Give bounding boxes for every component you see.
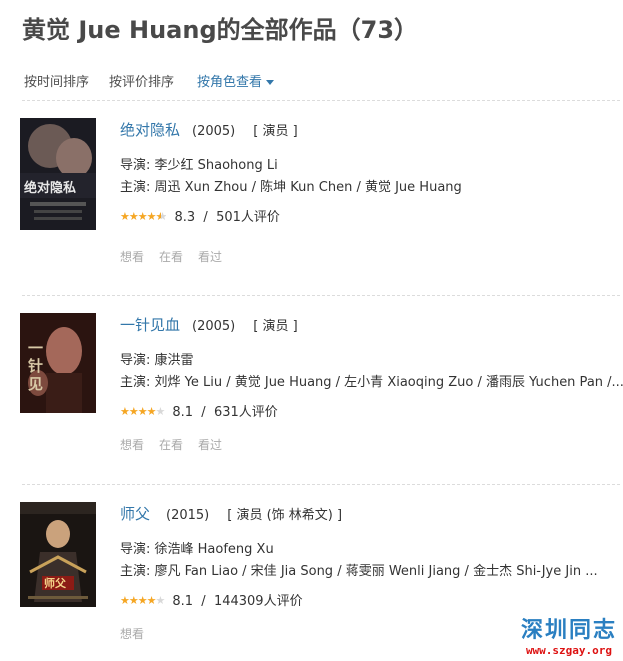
- movie-title-row: 一针见血 (2005) [ 演员 ]: [120, 314, 298, 335]
- want-to-watch-button[interactable]: 想看: [120, 627, 144, 641]
- rating-count: 144309人评价: [213, 594, 303, 609]
- site-watermark: 深圳同志 www.szgay.org: [520, 612, 617, 657]
- want-to-watch-button[interactable]: 想看: [120, 438, 144, 452]
- view-by-role-dropdown[interactable]: 按角色查看: [197, 71, 275, 90]
- movie-director: 导演: 徐浩峰 Haofeng Xu: [120, 542, 274, 557]
- movie-poster[interactable]: 绝对隐私: [20, 118, 96, 230]
- rating-stars: ★★★★★: [120, 594, 165, 607]
- movie-title-link[interactable]: 师父: [120, 505, 150, 523]
- movie-year: (2005): [192, 319, 236, 334]
- watched-button[interactable]: 看过: [198, 250, 222, 264]
- movie-director: 导演: 李少红 Shaohong Li: [120, 158, 278, 173]
- rating-score: 8.1: [172, 405, 194, 420]
- watched-button[interactable]: 看过: [198, 438, 222, 452]
- movie-rating: ★★★★★ 8.1 / 144309人评价: [120, 590, 303, 609]
- view-by-role-label: 按角色查看: [197, 75, 263, 90]
- rating-separator: /: [203, 210, 208, 225]
- divider: [22, 295, 620, 296]
- svg-text:一: 一: [28, 339, 43, 357]
- movie-rating: ★★★★★★ 8.3 / 501人评价: [120, 206, 280, 225]
- movie-year: (2005): [192, 124, 236, 139]
- sort-by-time-link[interactable]: 按时间排序: [24, 71, 89, 90]
- want-to-watch-button[interactable]: 想看: [120, 250, 144, 264]
- rating-separator: /: [201, 594, 206, 609]
- watermark-logo-text: 深圳同志: [520, 618, 617, 643]
- movie-cast: 主演: 周迅 Xun Zhou / 陈坤 Kun Chen / 黄觉 Jue H…: [120, 180, 462, 195]
- movie-role: [ 演员 ]: [253, 319, 298, 334]
- movie-year: (2015): [166, 508, 210, 523]
- svg-text:见: 见: [28, 375, 43, 393]
- movie-actions: 想看: [120, 625, 159, 642]
- movie-poster[interactable]: 一 针 见: [20, 313, 96, 413]
- rating-count: 501人评价: [216, 210, 280, 225]
- rating-stars: ★★★★★: [120, 405, 165, 418]
- watching-button[interactable]: 在看: [159, 438, 183, 452]
- movie-actions: 想看 在看 看过: [120, 248, 237, 265]
- movie-cast: 主演: 廖凡 Fan Liao / 宋佳 Jia Song / 蒋雯丽 Wenl…: [120, 564, 598, 579]
- movie-title-row: 绝对隐私 (2005) [ 演员 ]: [120, 119, 298, 140]
- movie-role: [ 演员 ]: [253, 124, 298, 139]
- divider: [22, 484, 620, 485]
- movie-title-link[interactable]: 绝对隐私: [120, 121, 180, 139]
- movie-title-row: 师父 (2015) [ 演员 (饰 林希文) ]: [120, 503, 342, 524]
- movie-cast: 主演: 刘烨 Ye Liu / 黄觉 Jue Huang / 左小青 Xiaoq…: [120, 375, 623, 390]
- svg-text:师父: 师父: [44, 576, 67, 590]
- watching-button[interactable]: 在看: [159, 250, 183, 264]
- rating-separator: /: [201, 405, 206, 420]
- sort-by-rating-link[interactable]: 按评价排序: [109, 71, 174, 90]
- movie-director: 导演: 康洪雷: [120, 353, 194, 368]
- movie-title-link[interactable]: 一针见血: [120, 316, 180, 334]
- movie-role: [ 演员 (饰 林希文) ]: [227, 508, 343, 523]
- chevron-down-icon: [266, 80, 275, 85]
- movie-rating: ★★★★★ 8.1 / 631人评价: [120, 401, 278, 420]
- rating-stars: ★★★★★★: [120, 210, 167, 223]
- watermark-url: www.szgay.org: [520, 644, 617, 657]
- svg-text:绝对隐私: 绝对隐私: [24, 180, 76, 196]
- movie-poster[interactable]: 师父: [20, 502, 96, 607]
- divider: [22, 100, 620, 101]
- rating-count: 631人评价: [213, 405, 278, 420]
- rating-score: 8.1: [172, 594, 194, 609]
- rating-score: 8.3: [174, 210, 196, 225]
- page-title: 黄觉 Jue Huang的全部作品（73）: [22, 16, 419, 44]
- movie-actions: 想看 在看 看过: [120, 436, 237, 453]
- svg-text:针: 针: [28, 357, 43, 375]
